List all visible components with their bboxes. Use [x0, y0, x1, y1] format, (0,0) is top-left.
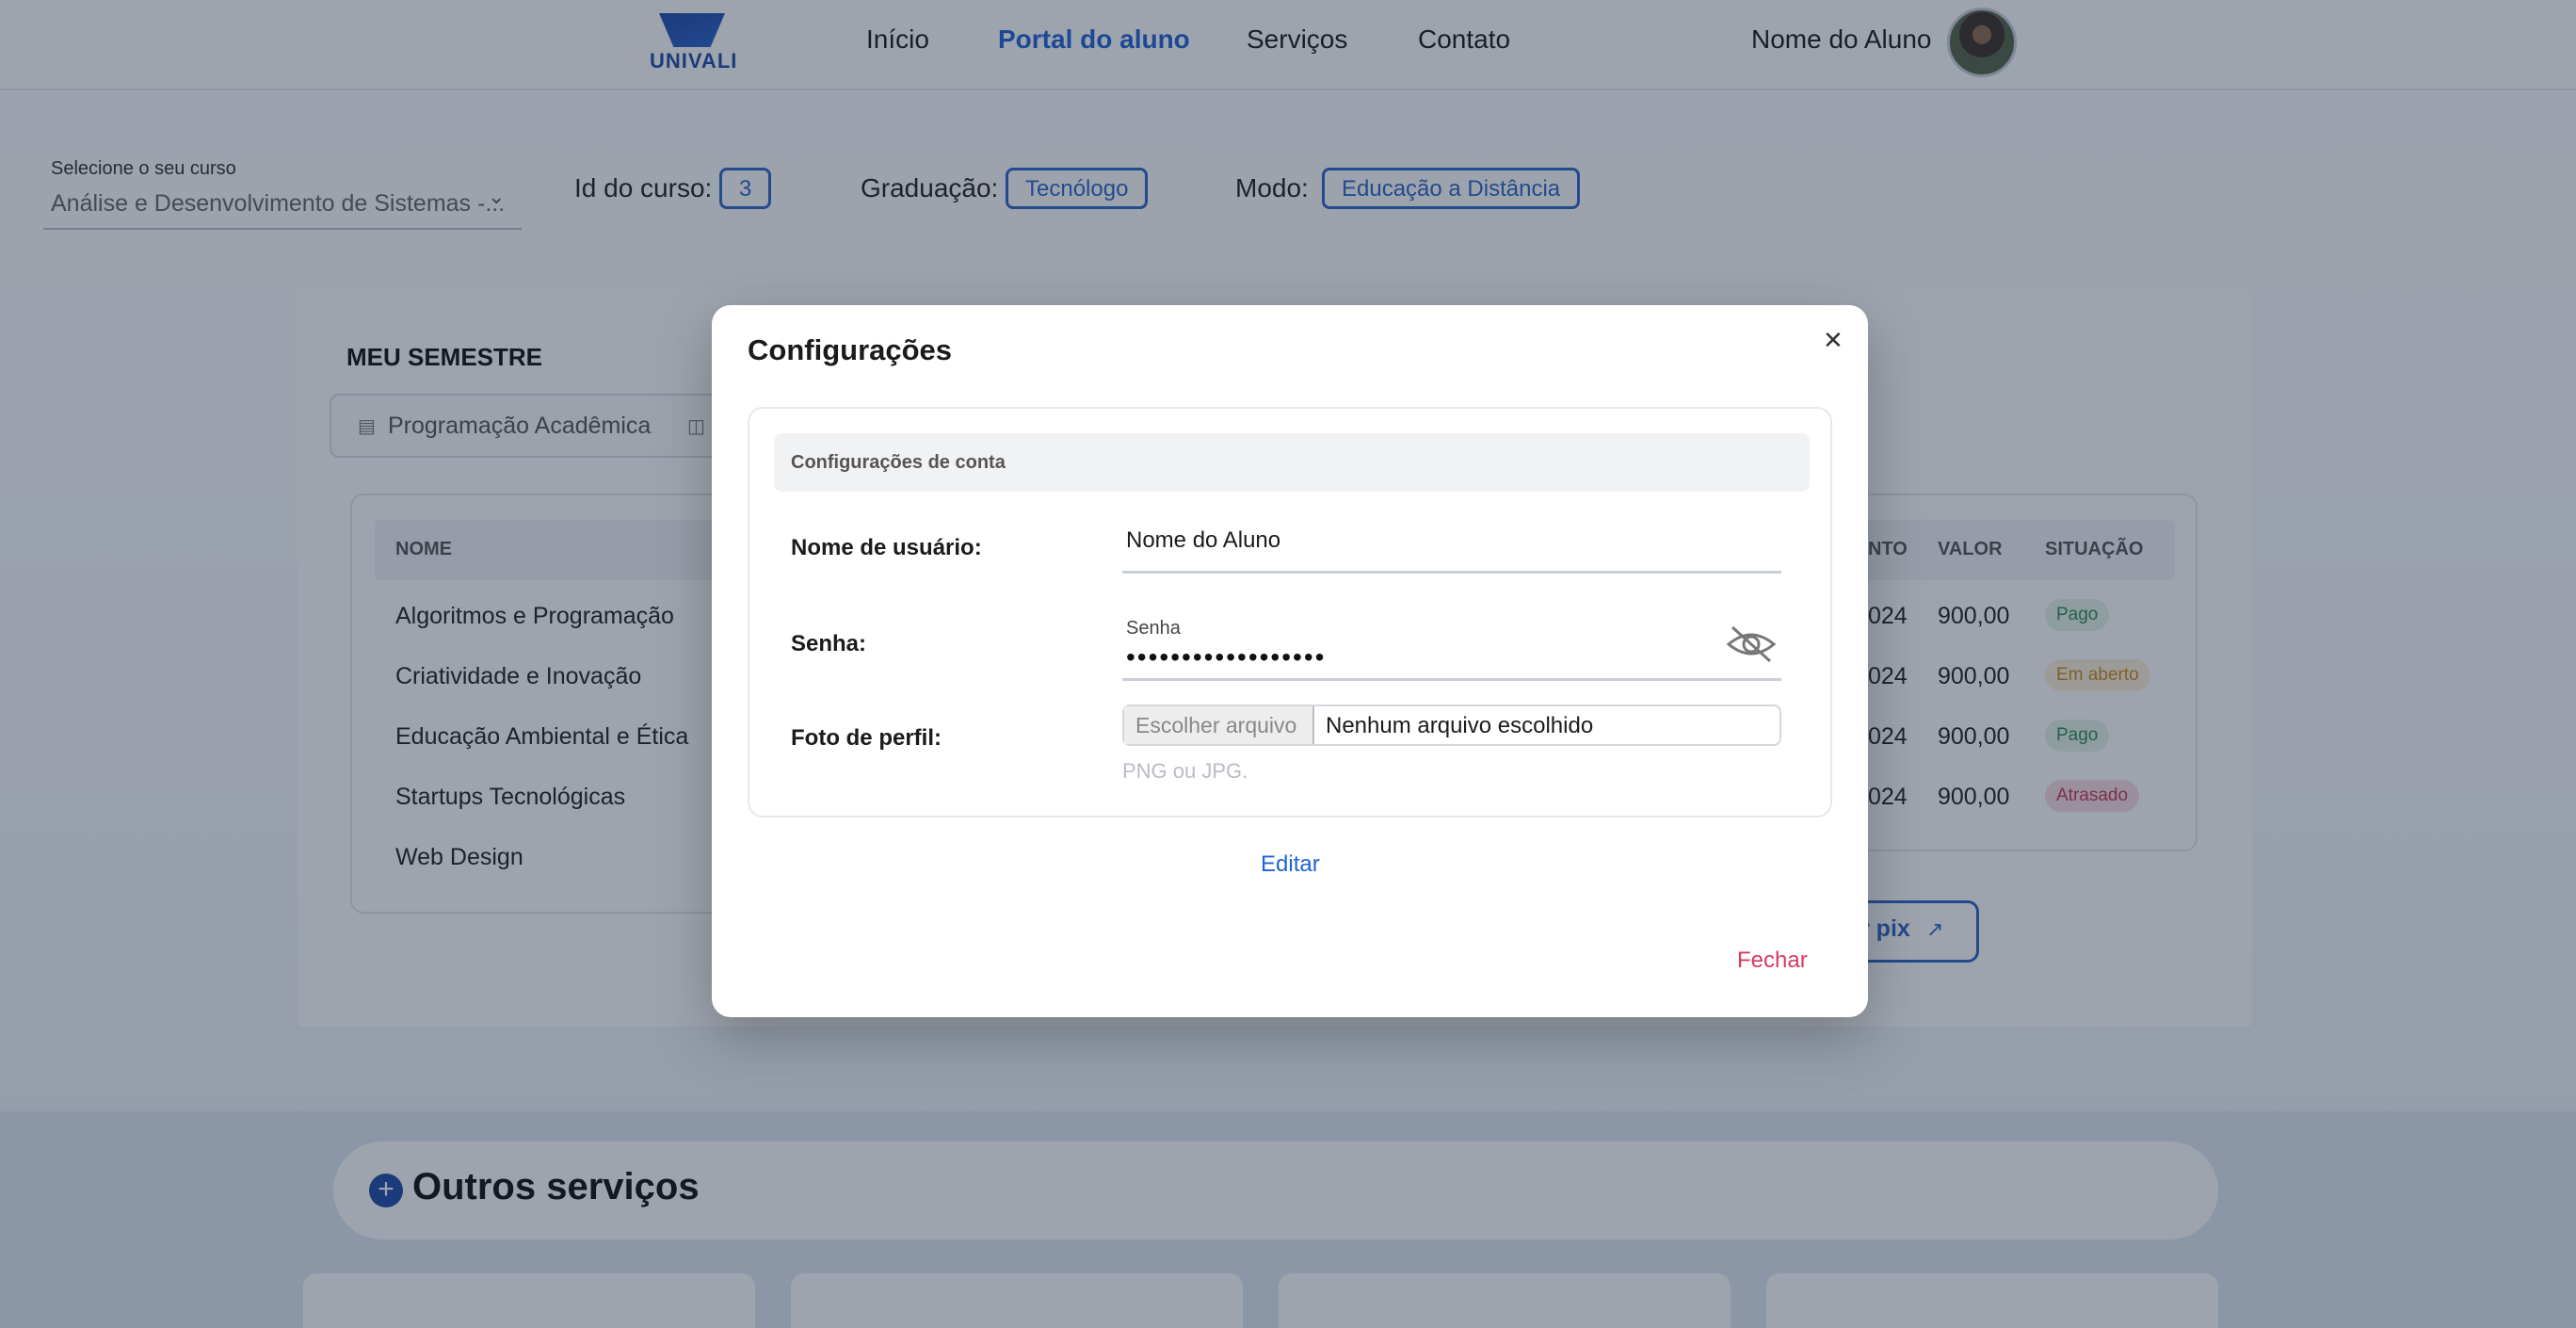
eye-off-icon[interactable]: [1725, 624, 1778, 665]
section-title: Configurações de conta: [791, 452, 1006, 473]
close-button[interactable]: Fechar: [1737, 947, 1808, 974]
edit-button[interactable]: Editar: [1261, 851, 1320, 878]
photo-label: Foto de perfil:: [791, 725, 942, 751]
password-field[interactable]: ••••••••••••••••••: [1126, 642, 1326, 672]
username-field[interactable]: Nome do Aluno: [1126, 527, 1280, 554]
modal-title: Configurações: [748, 333, 953, 366]
choose-file-button[interactable]: Escolher arquivo: [1124, 706, 1314, 744]
username-underline: [1122, 571, 1781, 574]
settings-modal: Configurações ✕ Configurações de conta N…: [712, 305, 1868, 1017]
file-hint: PNG ou JPG.: [1122, 759, 1248, 783]
account-settings-panel: Configurações de conta Nome de usuário: …: [748, 407, 1832, 818]
password-floating-label: Senha: [1126, 618, 1181, 639]
username-label: Nome de usuário:: [791, 535, 982, 560]
close-icon[interactable]: ✕: [1823, 326, 1843, 355]
file-status: Nenhum arquivo escolhido: [1326, 713, 1594, 738]
password-underline: [1122, 678, 1781, 681]
photo-file-input[interactable]: Escolher arquivo Nenhum arquivo escolhid…: [1122, 704, 1781, 746]
password-label: Senha:: [791, 631, 867, 656]
account-settings-section: Configurações de conta: [774, 433, 1810, 492]
